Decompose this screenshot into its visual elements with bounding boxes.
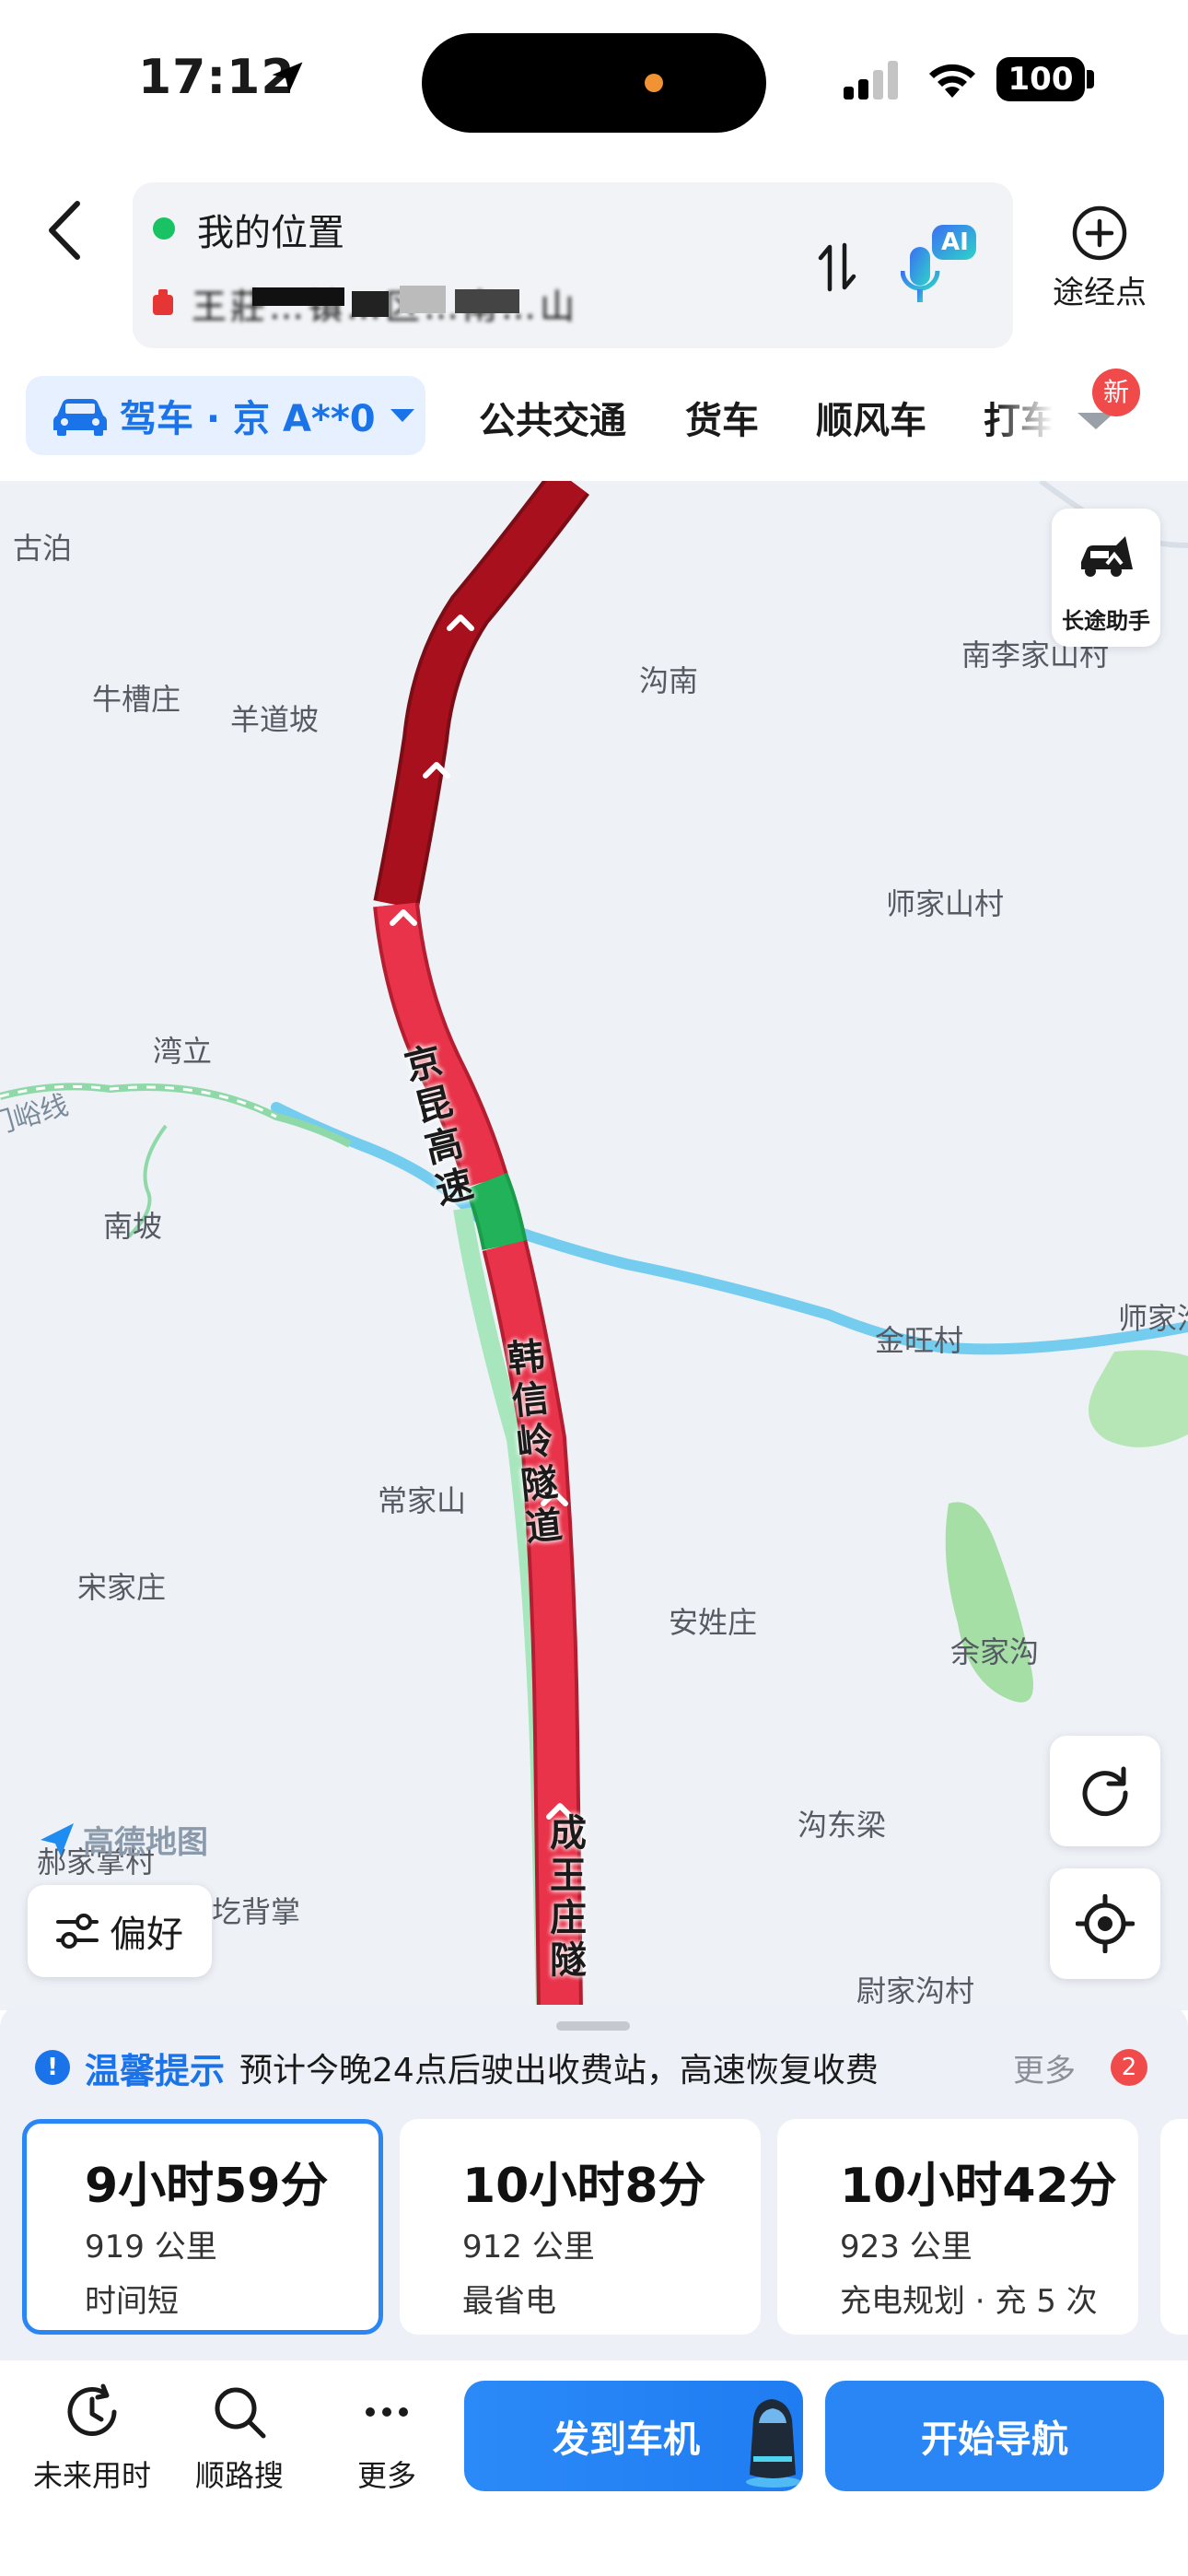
place-label: 牛槽庄 [92,682,181,717]
redaction-mask [252,286,519,317]
swap-button[interactable] [805,230,869,304]
location-arrow-icon [272,62,303,93]
route-distance: 919 公里 [85,2229,217,2266]
privacy-dot [645,74,663,92]
swap-vertical-icon [818,242,856,292]
place-label: 沟东梁 [798,1808,887,1843]
info-icon: ! [35,2050,70,2085]
notice-count-badge: 2 [1111,2049,1147,2086]
more-button[interactable]: 更多 [313,2381,460,2495]
route-duration: 10小时42分 [840,2159,1117,2214]
notice-title: 温馨提示 [85,2050,226,2091]
send-to-car-button[interactable]: 发到车机 [464,2381,803,2491]
tab-rideshare[interactable]: 顺风车 [816,391,926,444]
route-input-box: 我的位置 王莊…镇…区…南…山 AI [133,182,1013,348]
search-along-route-label: 顺路搜 [194,2458,284,2493]
map-view[interactable]: 古泊 牛槽庄 羊道坡 沟南 南李家山村 师家山村 湾立 南坡 金旺村 师家沟 常… [0,481,1188,2010]
drag-handle[interactable] [556,2021,630,2031]
amap-logo-icon [41,1822,74,1856]
tab-public-transit[interactable]: 公共交通 [479,391,626,444]
long-trip-assistant-button[interactable]: 长途助手 [1052,509,1160,647]
refresh-icon [1082,1766,1128,1817]
tab-truck[interactable]: 货车 [685,391,759,444]
route-preference-button[interactable]: 偏好 [28,1885,212,1977]
clock-icon [67,2383,117,2436]
ai-label: AI [941,228,969,256]
place-label: 宋家庄 [77,1570,167,1605]
start-navigation-button[interactable]: 开始导航 [825,2381,1164,2491]
logo-text: 高德地图 [83,1824,208,1861]
assistant-label: 长途助手 [1062,608,1150,634]
route-option-card[interactable]: 9小时59分 919 公里 时间短 [22,2119,383,2335]
transport-mode-tabs: 驾车 · 京 A**0 公共交通 货车 顺风车 打车 新 [0,369,1188,479]
back-button[interactable] [28,184,101,276]
place-label: 金旺村 [875,1323,964,1358]
new-badge: 新 [1092,369,1140,416]
route-tag: 最省电 [462,2283,556,2320]
preference-label: 偏好 [110,1914,183,1956]
place-label: 湾立 [153,1034,213,1069]
crosshair-icon [1076,1894,1135,1953]
add-waypoint-button[interactable]: 途经点 [1035,205,1164,324]
notice-more-link[interactable]: 更多 [1013,2045,1076,2090]
caret-down-icon [390,409,414,422]
origin-field[interactable]: 我的位置 [197,203,344,256]
search-along-route-button[interactable]: 顺路搜 [166,2381,313,2495]
cellular-signal-icon [844,61,898,100]
tunnel-label: 成王庄隧 [543,1813,586,1983]
sliders-icon [56,1914,99,1949]
chevron-left-icon [49,201,80,260]
place-label: 常家山 [378,1483,467,1518]
route-option-card[interactable]: 10小时42分 923 公里 充电规划 · 充 5 次 [777,2119,1138,2335]
more-label: 更多 [356,2458,416,2493]
route-tag: 时间短 [85,2283,179,2320]
notice-bar[interactable]: ! 温馨提示 预计今晚24点后驶出收费站，高速恢复收费 更多 2 [35,2040,1159,2095]
more-dots-icon [366,2407,408,2417]
future-time-label: 未来用时 [32,2458,151,2493]
plus-circle-icon [1072,205,1127,261]
battery-indicator: 100 [996,57,1085,101]
place-label: 余家沟 [950,1634,1040,1669]
dynamic-island [422,33,766,133]
waypoint-label: 途经点 [1053,275,1147,311]
place-label: 师家沟 [1118,1301,1188,1336]
place-label: 师家山村 [886,886,1005,921]
route-duration: 9小时59分 [85,2159,329,2214]
place-label: 安姓庄 [669,1605,758,1640]
route-option-card[interactable]: 10小时8分 912 公里 最省电 [400,2119,761,2335]
tab-overflow-fade [995,378,1077,461]
bottom-action-bar: 未来用时 顺路搜 更多 发到车机 开始导航 [0,2360,1188,2576]
assistant-car-icon [1081,536,1133,577]
route-duration: 10小时8分 [462,2159,706,2214]
ai-voice-button[interactable]: AI [900,219,984,311]
amap-logo: 高德地图 [37,1817,208,1862]
place-label: 沟南 [639,663,699,698]
wifi-icon [929,64,975,98]
place-label: 南坡 [103,1209,163,1244]
place-label: 羊道坡 [230,702,320,737]
notice-text: 预计今晚24点后驶出收费站，高速恢复收费 [239,2052,879,2090]
tab-drive[interactable]: 驾车 · 京 A**0 [26,376,425,455]
future-time-button[interactable]: 未来用时 [18,2381,166,2495]
origin-dot-icon [153,217,175,240]
refresh-route-button[interactable] [1050,1736,1160,1846]
destination-pin-icon [153,289,173,315]
route-distance: 923 公里 [840,2229,973,2266]
place-label: 圪背掌 [212,1894,301,1929]
route-distance: 912 公里 [462,2229,595,2266]
car-rear-icon [746,2399,801,2488]
search-icon [215,2387,266,2439]
locate-me-button[interactable] [1050,1868,1160,1979]
route-option-card-peek[interactable] [1160,2119,1188,2335]
route-tag: 充电规划 · 充 5 次 [840,2283,1098,2320]
car-icon [53,399,107,436]
status-bar: 17:12 100 [0,0,1188,157]
place-label: 古泊 [13,531,73,566]
tab-drive-label: 驾车 · 京 A**0 [120,398,376,440]
send-to-car-label: 发到车机 [553,2418,700,2461]
battery-nub [1087,70,1094,88]
